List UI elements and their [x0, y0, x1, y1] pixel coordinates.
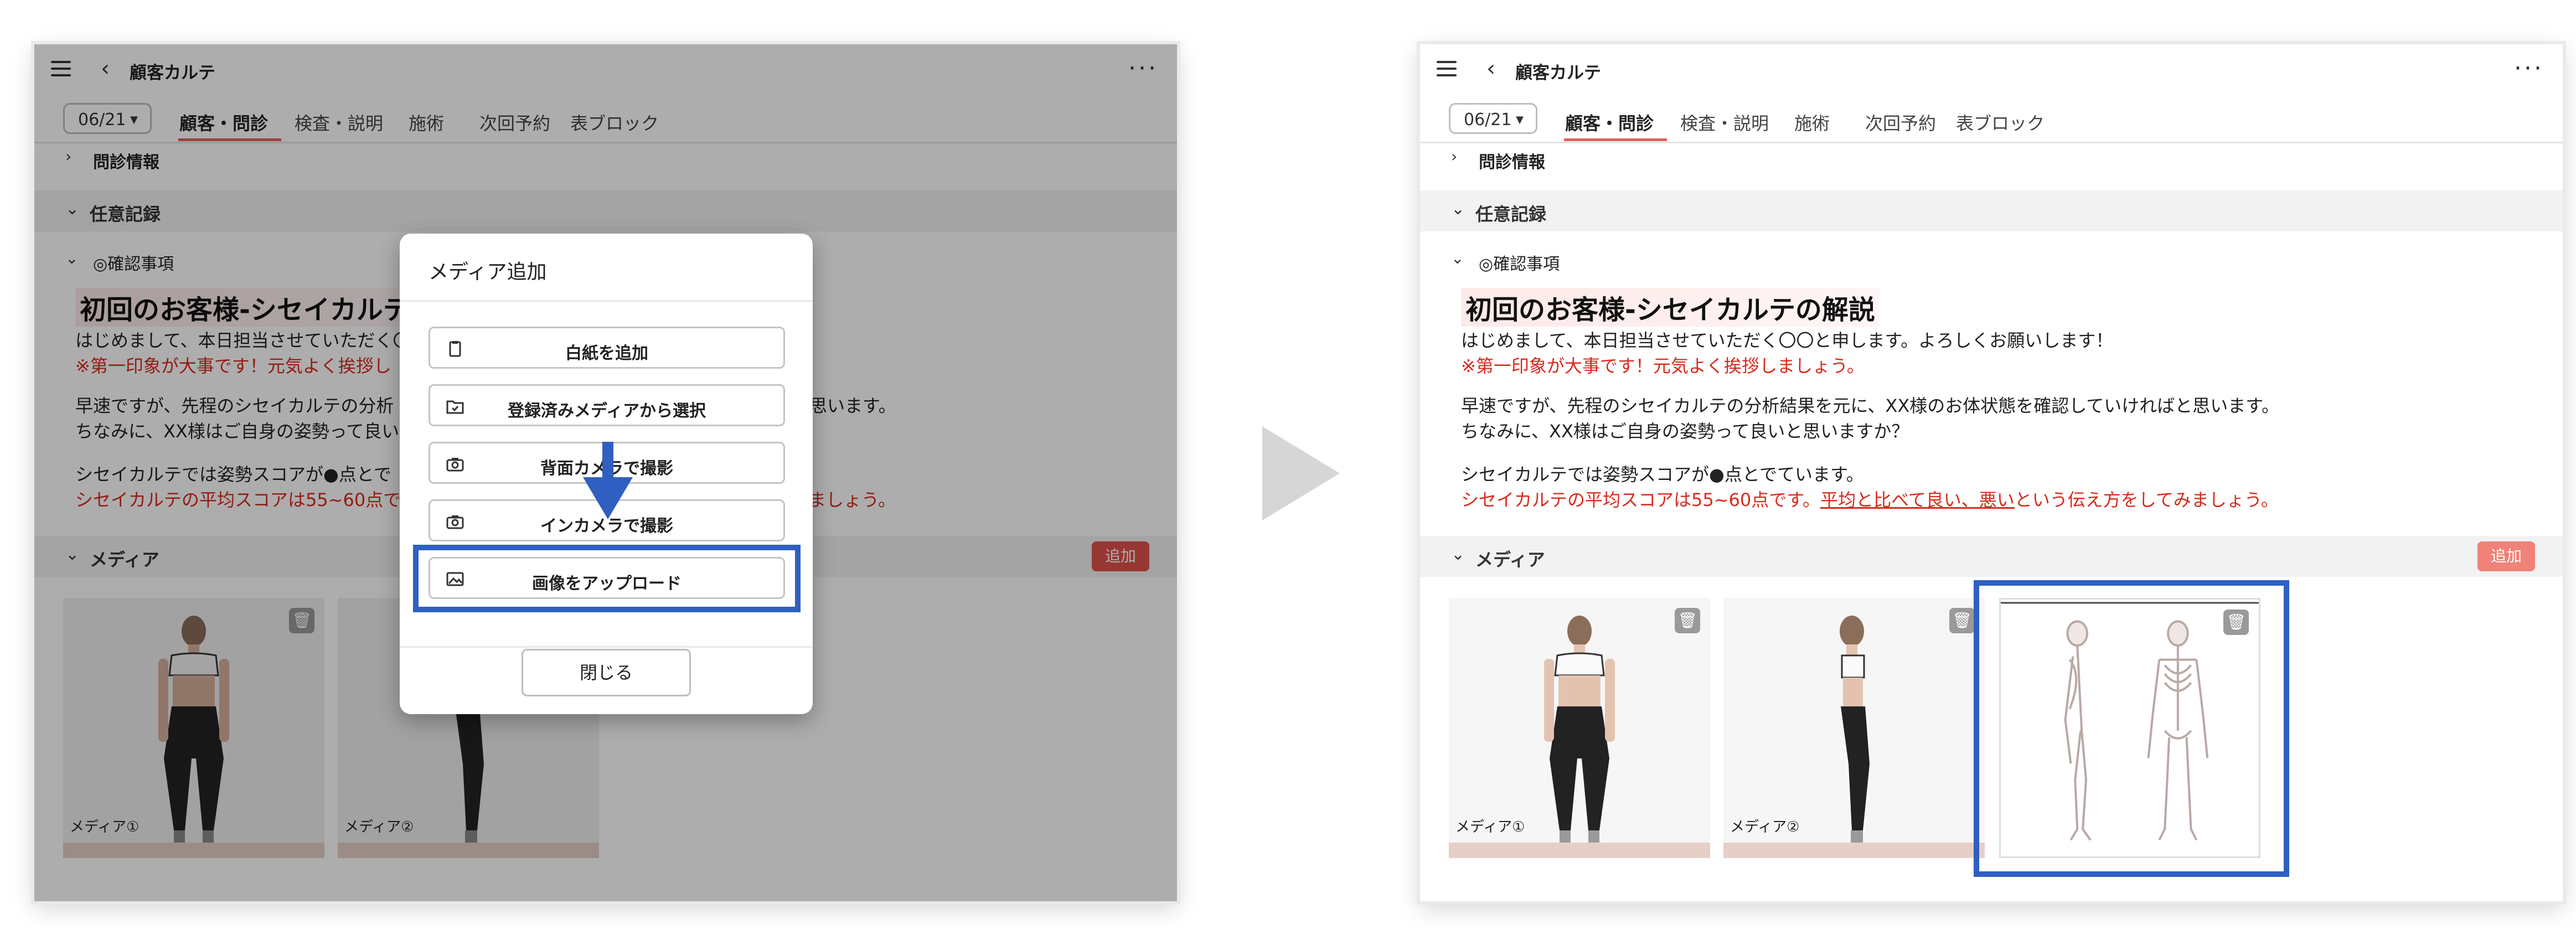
media-caption: メディア②	[1730, 819, 1800, 835]
date-value: 06/21	[1464, 110, 1512, 130]
section-kakunin[interactable]: ⌄ ◎確認事項	[1420, 246, 2563, 274]
content-heading: 初回のお客様-シセイカルテの解説	[1461, 288, 1880, 327]
section-monshin[interactable]: › 問診情報	[1420, 144, 2563, 172]
new-media-highlight-box	[1974, 580, 2289, 877]
section-label: メディア	[1475, 549, 1545, 570]
app-header: ‹ 顧客カルテ ···	[1420, 44, 2563, 96]
active-tab-underline	[1564, 138, 1667, 141]
hamburger-menu-icon[interactable]	[1437, 61, 1457, 76]
media-card-1[interactable]: 🗑 メディア①	[1449, 598, 1710, 858]
media-card-band	[1449, 843, 1710, 858]
more-options-icon[interactable]: ···	[2514, 54, 2544, 82]
date-select[interactable]: 06/21 ▼	[1449, 103, 1537, 134]
content-line: シセイカルテでは姿勢スコアが●点とでています。	[1461, 464, 1864, 485]
content-line: 早速ですが、先程のシセイカルテの分析結果を元に、XX様のお体状態を確認していけれ…	[1461, 395, 2280, 416]
blank-page-button[interactable]: 白紙を追加	[429, 327, 785, 369]
section-label: 任意記録	[1475, 204, 1547, 225]
tab-customer[interactable]: 顧客・問診	[1565, 110, 1654, 135]
media-caption: メディア①	[1455, 819, 1525, 835]
media-card-band	[1723, 843, 1985, 858]
tab-bar: 06/21 ▼ 顧客・問診 検査・説明 施術 次回予約 表ブロック	[1420, 94, 2563, 143]
page-title: 顧客カルテ	[1515, 63, 1601, 83]
content-line: ちなみに、XX様はご自身の姿勢って良いと思いますか？	[1461, 421, 1909, 442]
chevron-down-icon: ⌄	[1451, 199, 1465, 219]
trash-icon[interactable]: 🗑	[1949, 608, 1975, 633]
right-screen: ‹ 顧客カルテ ··· 06/21 ▼ 顧客・問診 検査・説明 施術 次回予約 表…	[1420, 44, 2563, 901]
content-line: はじめまして、本日担当させていただく〇〇と申します。よろしくお願いします！	[1461, 330, 2114, 351]
underlined-text: 平均と比べて良い、悪い	[1820, 489, 2015, 510]
text-segment: という伝え方をしてみましょう。	[2014, 489, 2279, 510]
modal-title: メディア追加	[429, 261, 547, 283]
trash-icon[interactable]: 🗑	[1675, 608, 1700, 633]
chevron-down-icon: ⌄	[1451, 249, 1464, 267]
modal-footer-divider	[400, 646, 813, 648]
back-chevron-icon[interactable]: ‹	[1486, 58, 1495, 80]
content-line-red: シセイカルテの平均スコアは55~60点です。平均と比べて良い、悪いという伝え方を…	[1461, 486, 2279, 512]
chevron-right-icon: ›	[1451, 147, 1458, 166]
next-step-arrow-icon	[1262, 426, 1340, 520]
media-card-2[interactable]: 🗑 メディア②	[1723, 598, 1985, 858]
media-add-modal: メディア追加 白紙を追加 登録済みメディアから選択 背面カメラで撮影 インカメラ…	[400, 234, 813, 714]
left-screen: ‹ 顧客カルテ ··· 06/21 ▼ 顧客・問診 検査・説明 施術 次回予約 表…	[34, 44, 1177, 901]
section-nini[interactable]: ⌄ 任意記録	[1420, 190, 2563, 231]
down-arrow-icon	[583, 442, 633, 519]
tab-treatment[interactable]: 施術	[1794, 110, 1830, 135]
tab-table-block[interactable]: 表ブロック	[1956, 110, 2045, 135]
registered-media-button[interactable]: 登録済みメディアから選択	[429, 384, 785, 426]
close-button[interactable]: 閉じる	[522, 649, 691, 696]
section-label: 問診情報	[1479, 153, 1545, 172]
tab-next-booking[interactable]: 次回予約	[1865, 110, 1936, 135]
section-label: ◎確認事項	[1479, 255, 1560, 274]
section-media[interactable]: ⌄ メディア 追加	[1420, 536, 2563, 577]
option-label: 登録済みメディアから選択	[508, 401, 706, 421]
option-label: 白紙を追加	[565, 344, 648, 363]
tab-exam[interactable]: 検査・説明	[1680, 110, 1769, 135]
caret-down-icon: ▼	[1516, 114, 1524, 126]
chevron-down-icon: ⌄	[1451, 545, 1465, 564]
upload-highlight-box	[413, 545, 801, 612]
text-segment: シセイカルテの平均スコアは55~60点です。	[1461, 489, 1821, 510]
modal-header: メディア追加	[400, 234, 813, 302]
content-line-red: ※第一印象が大事です！元気よく挨拶しましょう。	[1461, 355, 1865, 376]
media-add-button[interactable]: 追加	[2477, 541, 2535, 571]
